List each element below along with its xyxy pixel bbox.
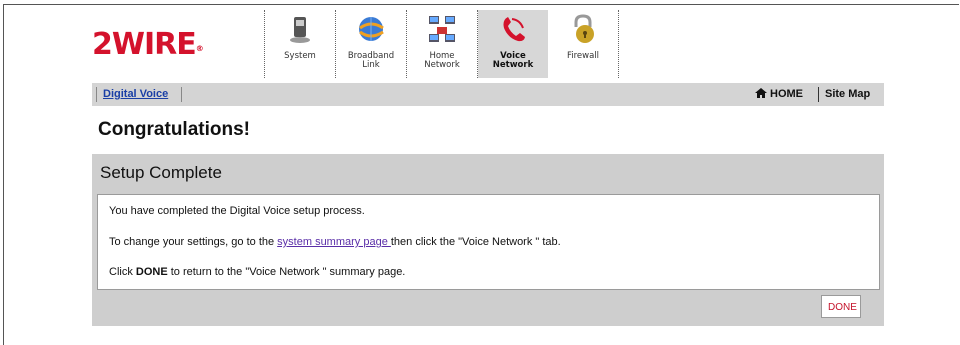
tab-system-label: System [284,51,316,61]
sub-nav-bar: Digital Voice HOME Site Map [92,83,884,106]
home-link-label: HOME [770,88,803,100]
home-link[interactable]: HOME [755,88,803,100]
home-icon [755,88,767,98]
nav-divider [818,87,819,102]
completion-message: You have completed the Digital Voice set… [109,205,365,217]
phone-icon [503,17,525,42]
tab-voice-network-label: Voice Network [492,51,534,70]
tab-home-network-label: Home Network [424,51,460,70]
tab-firewall[interactable]: Firewall [548,10,619,78]
setup-complete-panel: Setup Complete You have completed the Di… [92,154,884,326]
instruction-bold: DONE [135,266,168,278]
site-map-link[interactable]: Site Map [825,88,870,100]
tab-broadband-link[interactable]: Broadband Link [336,10,407,78]
panel-title: Setup Complete [100,163,222,182]
nav-link-digital-voice[interactable]: Digital Voice [103,88,168,100]
panel-content: You have completed the Digital Voice set… [97,194,880,290]
main-tab-bar: System Broadband Link Home Network Voice… [264,10,619,78]
instruction-text: then click the "Voice Network " tab. [390,236,561,248]
instruction-text: to return to the "Voice Network " summar… [167,266,406,278]
done-button[interactable]: DONE [821,295,861,318]
done-instruction: Click DONE to return to the "Voice Netwo… [109,266,405,278]
settings-instruction: To change your settings, go to the syste… [109,236,561,248]
tab-system[interactable]: System [264,10,336,78]
page-title: Congratulations! [98,119,250,140]
network-icon [429,16,455,42]
tab-firewall-label: Firewall [566,51,600,61]
padlock-icon [574,14,594,43]
instruction-text: Click [109,266,136,278]
globe-icon [359,17,384,41]
tab-home-network[interactable]: Home Network [407,10,478,78]
tab-voice-network[interactable]: Voice Network [478,10,548,78]
logo-2wire: 2WIRE® [92,27,204,62]
nav-divider [96,87,97,102]
system-summary-link[interactable]: system summary page [277,236,391,248]
nav-divider [181,87,182,102]
tab-broadband-link-label: Broadband Link [347,51,395,70]
instruction-text: To change your settings, go to the [109,236,278,248]
computer-icon [290,17,310,43]
